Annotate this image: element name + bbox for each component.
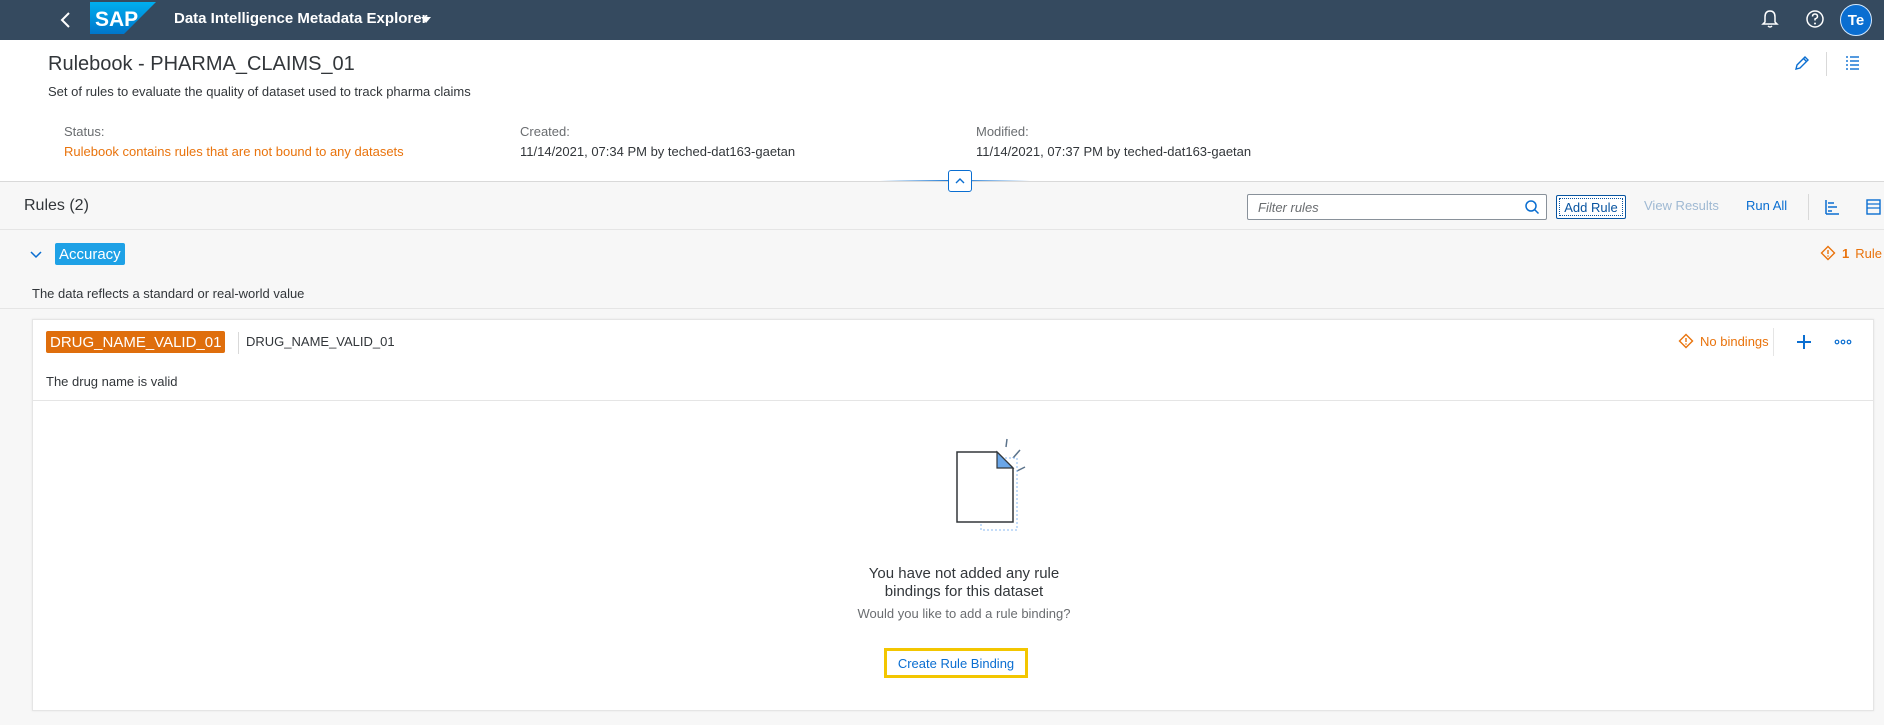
card-divider	[33, 400, 1873, 401]
rule-name: DRUG_NAME_VALID_01	[246, 334, 395, 349]
status-label: Status:	[64, 124, 105, 139]
chevron-up-icon	[955, 178, 965, 184]
filter-rules-input[interactable]	[1248, 195, 1518, 219]
empty-state-title: You have not added any rule bindings for…	[868, 565, 1060, 600]
shell-bar: SAP Data Intelligence Metadata Explorer …	[0, 0, 1884, 40]
page-subtitle: Set of rules to evaluate the quality of …	[48, 84, 471, 99]
page-header: Rulebook - PHARMA_CLAIMS_01 Set of rules…	[0, 40, 1884, 182]
created-value: 11/14/2021, 07:34 PM by teched-dat163-ga…	[520, 144, 796, 159]
toolbar-separator	[1808, 194, 1809, 220]
add-rule-button[interactable]: Add Rule	[1556, 195, 1626, 219]
table-settings-icon[interactable]	[1864, 198, 1882, 216]
warning-diamond-icon	[1678, 333, 1694, 349]
created-label: Created:	[520, 124, 570, 139]
status-value: Rulebook contains rules that are not bou…	[64, 144, 404, 159]
rule-separator	[238, 332, 239, 354]
category-rule-count: 1 Rule	[1820, 245, 1882, 261]
chevron-down-icon[interactable]	[28, 246, 44, 262]
divider	[0, 229, 1884, 230]
edit-pencil-icon[interactable]	[1793, 54, 1811, 72]
create-rule-binding-button[interactable]: Create Rule Binding	[884, 648, 1028, 678]
divider	[0, 308, 1884, 309]
card-separator	[1773, 328, 1774, 356]
more-options-icon[interactable]	[1833, 333, 1853, 351]
rules-title: Rules (2)	[24, 197, 89, 214]
help-icon[interactable]	[1804, 8, 1826, 30]
page-title: Rulebook - PHARMA_CLAIMS_01	[48, 53, 355, 75]
modified-value: 11/14/2021, 07:37 PM by teched-dat163-ga…	[976, 144, 1252, 159]
add-binding-plus-icon[interactable]	[1795, 333, 1813, 351]
list-icon[interactable]	[1843, 54, 1861, 72]
user-avatar[interactable]: Te	[1840, 4, 1872, 36]
rule-count-label: Rule	[1855, 245, 1882, 261]
app-title[interactable]: Data Intelligence Metadata Explorer	[174, 10, 427, 27]
header-separator	[1826, 52, 1827, 76]
search-icon[interactable]	[1524, 199, 1540, 215]
empty-state-subtitle: Would you like to add a rule binding?	[857, 606, 1071, 621]
warning-diamond-icon	[1820, 245, 1836, 261]
rule-card: DRUG_NAME_VALID_01 DRUG_NAME_VALID_01 No…	[32, 319, 1874, 711]
svg-text:SAP: SAP	[95, 8, 138, 31]
rule-tag: DRUG_NAME_VALID_01	[46, 331, 226, 353]
collapse-header-button[interactable]	[948, 170, 972, 192]
empty-document-illustration-icon	[956, 438, 1026, 531]
category-tag: Accuracy	[55, 243, 125, 265]
sap-logo: SAP	[90, 2, 156, 34]
rule-count-number: 1	[1842, 245, 1850, 261]
back-arrow-icon[interactable]	[54, 8, 78, 32]
sort-icon[interactable]	[1823, 198, 1841, 216]
caret-down-icon[interactable]	[418, 12, 434, 28]
filter-rules-field[interactable]	[1247, 194, 1547, 220]
create-rule-binding-label: Create Rule Binding	[897, 655, 1015, 671]
bindings-status-text: No bindings	[1700, 333, 1769, 349]
bell-icon[interactable]	[1759, 8, 1781, 30]
view-results-button[interactable]: View Results	[1644, 198, 1719, 213]
run-all-button[interactable]: Run All	[1746, 198, 1787, 213]
rule-description: The drug name is valid	[46, 374, 178, 389]
modified-label: Modified:	[976, 124, 1029, 139]
category-description: The data reflects a standard or real-wor…	[32, 286, 305, 301]
bindings-status: No bindings	[1678, 333, 1769, 349]
